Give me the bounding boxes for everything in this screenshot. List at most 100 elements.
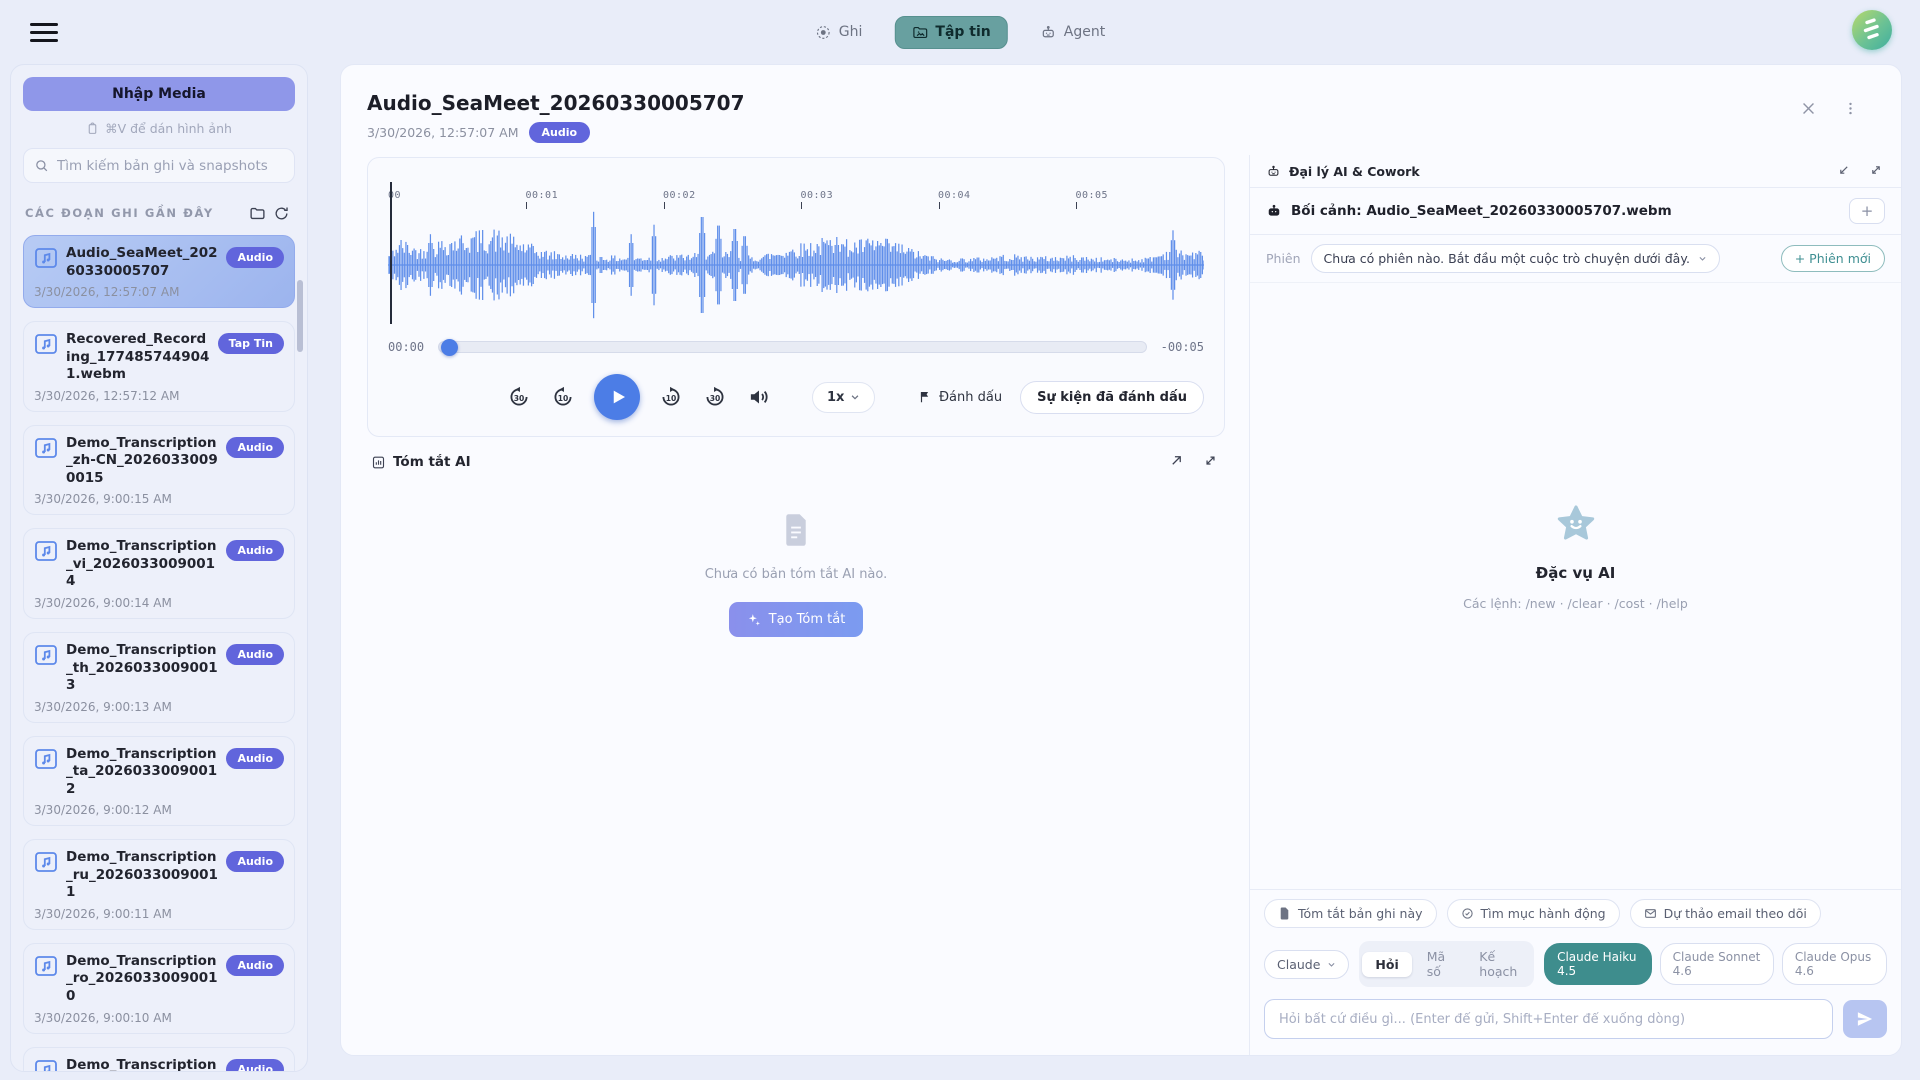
seek-slider[interactable] (438, 339, 1147, 356)
forward-30-button[interactable]: 30 (702, 384, 728, 410)
recording-list-item[interactable]: Demo_Transcription_vi_20260330090014 Aud… (23, 528, 295, 620)
recording-type-badge: Audio (226, 851, 284, 873)
agent-panel: Đại lý AI & Cowork Bối cảnh: Audio_SeaMe… (1249, 155, 1901, 1055)
mode-plan[interactable]: Kế hoạch (1466, 944, 1531, 984)
media-item-icon (34, 644, 58, 666)
chip-label: Tìm mục hành động (1480, 906, 1606, 921)
agent-collapse-button[interactable] (1837, 163, 1853, 179)
agent-empty-title: Đặc vụ AI (1535, 563, 1616, 582)
summary-chart-icon (372, 456, 385, 468)
tab-agent-label: Agent (1063, 24, 1106, 40)
provider-select[interactable]: Claude (1264, 949, 1350, 979)
add-context-button[interactable]: + (1849, 198, 1885, 224)
search-input[interactable] (57, 157, 284, 174)
media-item-icon (34, 540, 58, 562)
chip-summarize-recording[interactable]: Tóm tắt bản ghi này (1264, 899, 1437, 928)
chip-label: Dự thảo email theo dõi (1663, 906, 1807, 921)
app-logo[interactable] (1852, 10, 1892, 50)
generate-summary-label: Tạo Tóm tắt (768, 612, 846, 627)
mode-ask[interactable]: Hỏi (1362, 951, 1412, 977)
flag-icon (920, 392, 929, 403)
recent-section-title: CÁC ĐOẠN GHI GẦN ĐÂY (25, 206, 214, 220)
recording-list-item[interactable]: Demo_Transcription_ta_20260330090012 Aud… (23, 735, 295, 827)
media-item-icon (34, 333, 58, 355)
media-item-icon (34, 748, 58, 770)
recording-type-badge: Audio (226, 1058, 284, 1071)
waveform-timeline[interactable]: 00 00:01 00:02 00:03 00:04 00:05 (388, 174, 1204, 324)
chip-draft-followup-email[interactable]: Dự thảo email theo dõi (1629, 899, 1821, 928)
recording-type-badge: Audio (226, 540, 284, 562)
agent-expand-button[interactable] (1869, 163, 1885, 179)
mode-code[interactable]: Mã số (1414, 944, 1465, 984)
tab-record[interactable]: Ghi (805, 17, 873, 48)
close-button[interactable] (1797, 97, 1819, 119)
seek-thumb[interactable] (441, 339, 459, 356)
seek-row: 00:00 -00:05 (388, 339, 1204, 356)
refresh-button[interactable] (269, 201, 293, 225)
svg-text:30: 30 (514, 394, 525, 403)
search-icon (36, 160, 48, 172)
model-claude-sonnet[interactable]: Claude Sonnet 4.6 (1659, 943, 1774, 985)
playback-speed-button[interactable]: 1x (812, 381, 876, 413)
sidebar-scrollbar[interactable] (297, 280, 303, 352)
media-item-icon (34, 1059, 58, 1071)
forward-10-button[interactable]: 10 (658, 384, 684, 410)
agent-commands-hint: Các lệnh: /new · /clear · /cost · /help (1463, 595, 1688, 611)
recording-title: Audio_SeaMeet_20260330005707 (66, 245, 218, 279)
chevron-down-icon (1328, 962, 1335, 967)
play-button[interactable] (594, 374, 640, 420)
send-button[interactable] (1843, 1000, 1887, 1038)
folder-icon (249, 207, 265, 219)
model-claude-opus[interactable]: Claude Opus 4.6 (1781, 943, 1887, 985)
chip-find-action-items[interactable]: Tìm mục hành động (1446, 899, 1620, 928)
mark-button[interactable]: Đánh dấu (918, 390, 1002, 405)
close-icon (1802, 102, 1814, 114)
chat-input-row (1250, 993, 1901, 1055)
recording-title: Demo_Transcription_th_20260330090013 (66, 642, 218, 694)
mark-label: Đánh dấu (938, 389, 1003, 405)
recording-list-item[interactable]: Demo_Transcription_ro_20260330090010 Aud… (23, 942, 295, 1034)
chat-input[interactable] (1264, 999, 1833, 1039)
recording-list-item[interactable]: Demo_Transcription_zh-CN_20260330090015 … (23, 424, 295, 516)
topbar: Ghi Tập tin Agent (0, 0, 1920, 64)
recording-list-item[interactable]: Demo_Transcription_ru_20260330090011 Aud… (23, 839, 295, 930)
recording-list-item[interactable]: Audio_SeaMeet_20260330005707 Audio 3/30/… (23, 235, 295, 309)
menu-icon[interactable] (30, 18, 58, 46)
record-icon (816, 25, 830, 39)
summary-open-button[interactable] (1169, 453, 1187, 471)
clipboard-icon (88, 122, 97, 134)
open-folder-button[interactable] (245, 201, 269, 225)
playhead-cursor[interactable] (390, 182, 392, 324)
expand-diagonal-icon (1206, 456, 1215, 465)
generate-summary-button[interactable]: Tạo Tóm tắt (728, 602, 864, 637)
rewind-10-button[interactable]: 10 (550, 384, 576, 410)
recording-list-item[interactable]: Demo_Transcription_pt_20260330090009 Aud… (23, 1046, 295, 1071)
summary-expand-button[interactable] (1203, 453, 1221, 471)
marked-events-button[interactable]: Sự kiện đã đánh dấu (1020, 380, 1204, 414)
volume-icon (750, 390, 768, 404)
tab-files[interactable]: Tập tin (894, 15, 1008, 49)
search-box (23, 148, 295, 183)
recording-date: 3/30/2026, 12:57:07 AM (34, 285, 180, 300)
player-controls: 30 10 10 30 1x Đánh dấu Sự kiện đã đánh … (388, 374, 1204, 420)
tab-record-label: Ghi (838, 24, 863, 40)
import-media-button[interactable]: Nhập Media (23, 77, 295, 111)
recording-type-badge: Tap Tin (217, 333, 284, 355)
model-claude-haiku[interactable]: Claude Haiku 4.5 (1544, 943, 1652, 985)
play-icon (613, 390, 625, 404)
rewind-10-icon: 10 (554, 386, 572, 406)
refresh-icon (275, 206, 288, 219)
tab-agent[interactable]: Agent (1030, 17, 1115, 48)
recording-date: 3/30/2026, 9:00:13 AM (34, 699, 172, 714)
volume-button[interactable] (746, 384, 772, 410)
recording-title: Demo_Transcription_zh-CN_20260330090015 (66, 434, 218, 486)
envelope-icon (1644, 909, 1656, 918)
paste-hint-text: ⌘V để dán hình ảnh (105, 121, 232, 136)
recording-list-item[interactable]: Demo_Transcription_th_20260330090013 Aud… (23, 632, 295, 723)
more-options-button[interactable] (1839, 97, 1861, 119)
recording-title: Demo_Transcription_pt_20260330090009 (66, 1056, 217, 1071)
rewind-30-button[interactable]: 30 (506, 384, 532, 410)
audio-player: 00 00:01 00:02 00:03 00:04 00:05 00:00 -00:05 (367, 157, 1225, 437)
svg-text:10: 10 (558, 394, 569, 403)
recording-list-item[interactable]: Recovered_Recording_1774857449041.webm T… (23, 321, 295, 412)
